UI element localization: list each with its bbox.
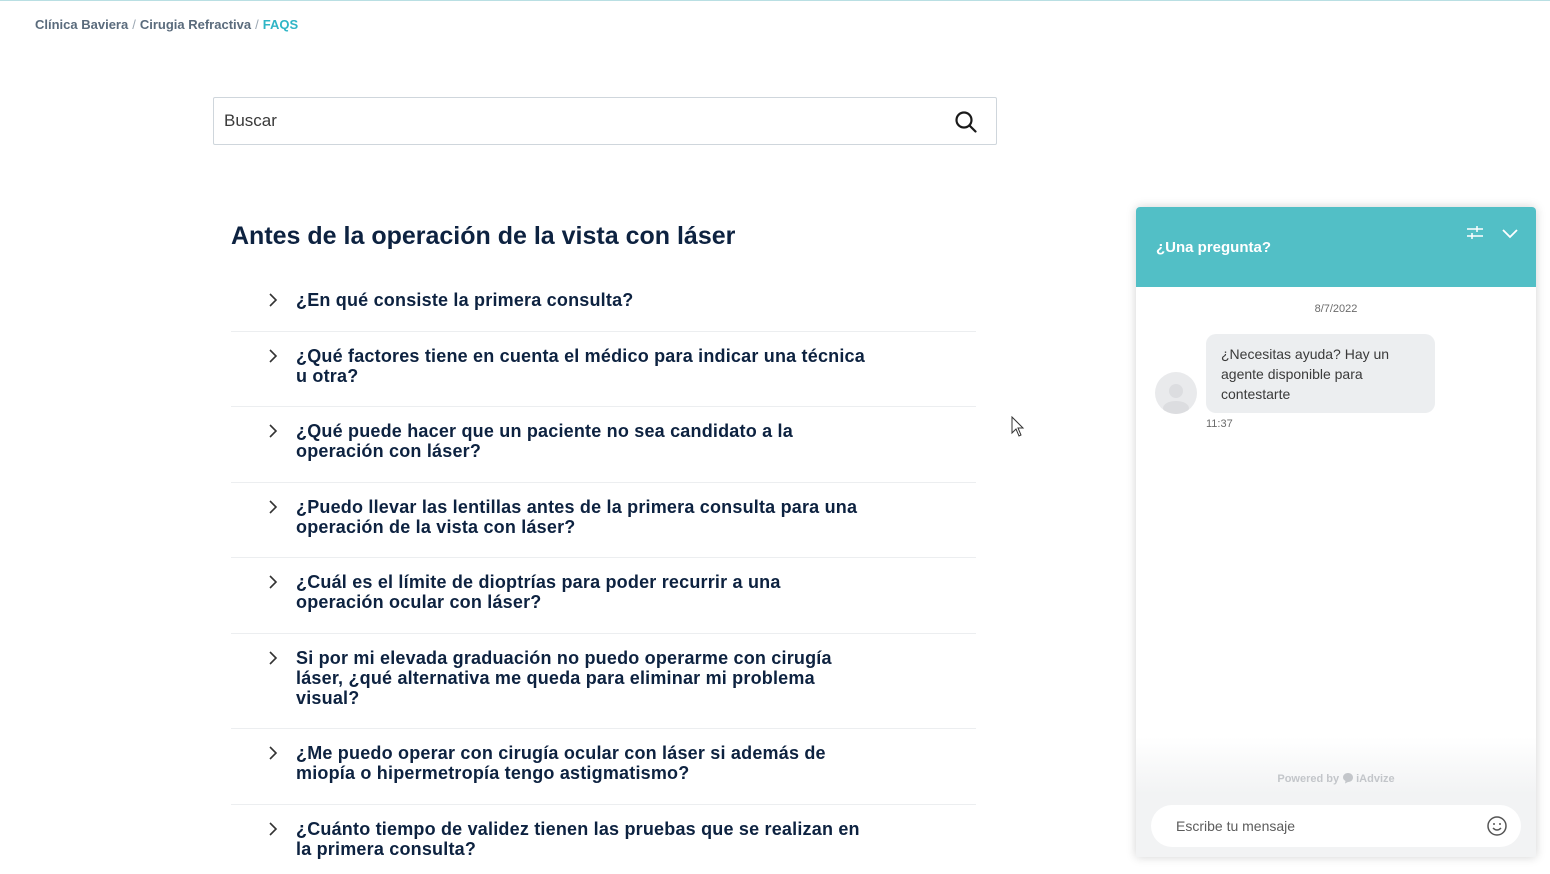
top-border-line <box>0 0 1550 1</box>
faq-divider <box>231 406 976 407</box>
chevron-right-icon <box>269 424 278 438</box>
breadcrumb-separator: / <box>132 17 136 32</box>
mouse-pointer-icon <box>1011 416 1025 437</box>
faq-divider <box>231 557 976 558</box>
faq-item[interactable]: ¿Me puedo operar con cirugía ocular con … <box>231 743 976 805</box>
faq-divider <box>231 482 976 483</box>
faq-question: ¿Me puedo operar con cirugía ocular con … <box>296 743 826 783</box>
chat-title: ¿Una pregunta? <box>1156 239 1271 256</box>
faq-question: ¿Cuánto tiempo de validez tienen las pru… <box>296 819 860 859</box>
faq-question: ¿Qué puede hacer que un paciente no sea … <box>296 421 793 461</box>
section-title: Antes de la operación de la vista con lá… <box>231 222 736 250</box>
sliders-icon[interactable] <box>1465 224 1485 242</box>
breadcrumb-item-home[interactable]: Clínica Baviera <box>35 17 128 32</box>
search-icon[interactable] <box>951 107 981 137</box>
chat-footer-fade <box>1136 737 1536 794</box>
chat-widget: ¿Una pregunta? 8/7/2022 ¿Necesitas ayuda… <box>1136 207 1536 857</box>
chevron-right-icon <box>269 349 278 363</box>
breadcrumb-item-cirugia[interactable]: Cirugia Refractiva <box>140 17 251 32</box>
chevron-right-icon <box>269 822 278 836</box>
chevron-right-icon <box>269 500 278 514</box>
faq-item[interactable]: Si por mi elevada graduación no puedo op… <box>231 648 976 729</box>
faq-item[interactable]: ¿Puedo llevar las lentillas antes de la … <box>231 497 976 558</box>
agent-avatar-icon <box>1163 384 1189 414</box>
agent-message: ¿Necesitas ayuda? Hay un agente disponib… <box>1206 334 1435 413</box>
faq-item[interactable]: ¿Cuál es el límite de dioptrías para pod… <box>231 572 976 634</box>
faq-question: ¿Puedo llevar las lentillas antes de la … <box>296 497 858 537</box>
breadcrumb: Clínica Baviera / Cirugia Refractiva / FAQS <box>35 17 298 32</box>
powered-by: Powered by iAdvize <box>1136 772 1536 785</box>
faq-item[interactable]: ¿En qué consiste la primera consulta? <box>231 290 976 332</box>
faq-divider <box>231 728 976 729</box>
faq-question: ¿Cuál es el límite de dioptrías para pod… <box>296 572 781 612</box>
chat-date: 8/7/2022 <box>1314 303 1358 315</box>
faq-question: ¿En qué consiste la primera consulta? <box>296 290 634 310</box>
faq-divider <box>231 804 976 805</box>
powered-by-label: Powered by <box>1277 773 1340 785</box>
search-input[interactable] <box>214 98 934 144</box>
breadcrumb-current: FAQS <box>262 17 299 32</box>
breadcrumb-separator: / <box>255 17 259 32</box>
chevron-right-icon <box>269 575 278 589</box>
chevron-right-icon <box>269 746 278 760</box>
faq-divider <box>231 633 976 634</box>
chevron-right-icon <box>269 293 278 307</box>
faq-item[interactable]: ¿Qué puede hacer que un paciente no sea … <box>231 421 976 483</box>
iadvize-logo-icon <box>1343 773 1354 784</box>
faq-item[interactable]: ¿Cuánto tiempo de validez tienen las pru… <box>231 819 976 869</box>
chevron-down-icon[interactable] <box>1500 224 1520 242</box>
message-time: 11:37 <box>1206 418 1233 430</box>
chat-message-input[interactable] <box>1176 805 1476 847</box>
faq-question: Si por mi elevada graduación no puedo op… <box>296 648 832 708</box>
iadvize-brand: iAdvize <box>1356 773 1395 785</box>
faq-question: ¿Qué factores tiene en cuenta el médico … <box>296 346 865 386</box>
chat-input-area <box>1136 794 1536 857</box>
faq-item[interactable]: ¿Qué factores tiene en cuenta el médico … <box>231 346 976 407</box>
chevron-right-icon <box>269 651 278 665</box>
chat-header: ¿Una pregunta? <box>1136 207 1536 287</box>
avatar <box>1155 372 1197 414</box>
chat-input-pill <box>1151 805 1521 847</box>
faq-divider <box>231 331 976 332</box>
emoji-icon[interactable] <box>1486 815 1508 837</box>
search-box <box>213 97 997 145</box>
